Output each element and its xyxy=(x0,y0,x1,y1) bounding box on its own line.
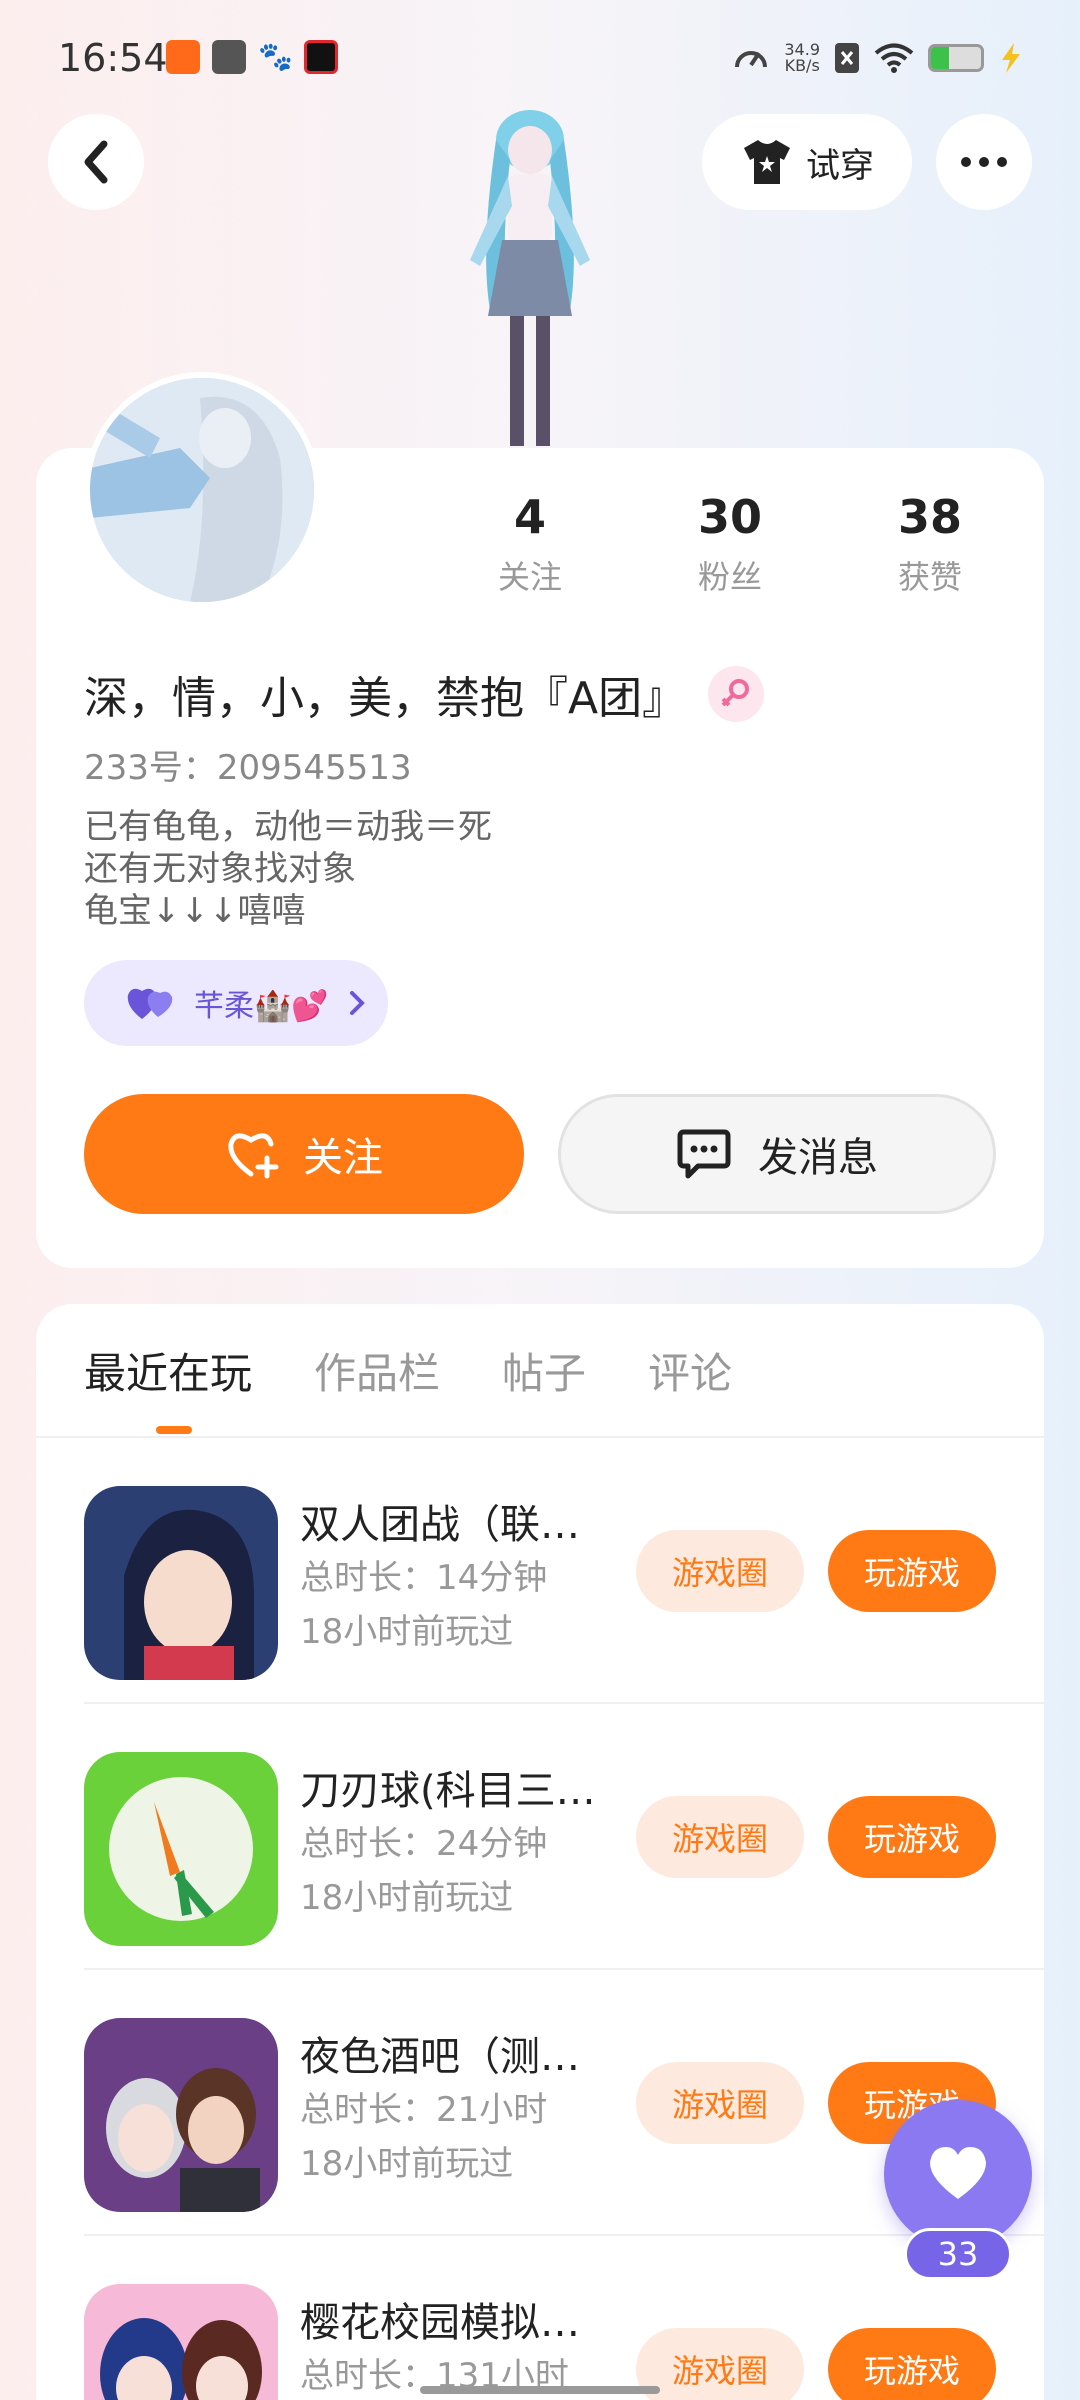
try-on-button[interactable]: 试穿 xyxy=(702,114,912,210)
cp-chip-label: 芊柔🏰💕 xyxy=(194,989,329,1024)
game-circle-button[interactable]: 游戏圈 xyxy=(636,1796,804,1878)
more-options-button[interactable] xyxy=(936,114,1032,210)
chevron-right-icon xyxy=(349,991,365,1015)
stat-label: 粉丝 xyxy=(697,558,762,596)
user-id: 233号：209545513 xyxy=(84,748,412,788)
stat-number: 4 xyxy=(513,490,546,544)
chat-bubble-icon xyxy=(677,1129,731,1179)
more-dot-icon xyxy=(997,157,1007,167)
tab-posts[interactable]: 帖子 xyxy=(502,1340,586,1420)
double-heart-icon xyxy=(127,988,173,1019)
stat-number: 38 xyxy=(897,490,962,544)
tab-comments[interactable]: 评论 xyxy=(648,1340,732,1420)
tab-works[interactable]: 作品栏 xyxy=(314,1340,440,1420)
more-dot-icon xyxy=(979,157,989,167)
profile-tabs: 最近在玩 作品栏 帖子 评论 xyxy=(84,1340,732,1420)
stat-number: 30 xyxy=(697,490,762,544)
game-duration: 总时长：14分钟 xyxy=(300,1558,548,1598)
back-button[interactable] xyxy=(48,114,144,210)
bio: 已有龟龟，动他＝动我＝死 还有无对象找对象 龟宝↓↓↓嘻嘻 xyxy=(84,806,492,932)
game-icon xyxy=(84,1752,278,1946)
game-last-played: 18小时前玩过 xyxy=(300,1612,514,1652)
message-label: 发消息 xyxy=(758,1135,878,1181)
play-game-button[interactable]: 玩游戏 xyxy=(828,1796,996,1878)
game-title: 樱花校园模拟… xyxy=(300,2300,580,2346)
game-cover-image xyxy=(84,2284,278,2400)
mail-notification-icon xyxy=(212,40,246,74)
avatar-image xyxy=(90,378,314,602)
active-tab-indicator xyxy=(156,1426,192,1434)
heart-icon xyxy=(930,2147,986,2199)
battery-fill xyxy=(931,47,949,69)
try-on-label: 试穿 xyxy=(806,145,874,186)
tshirt-icon xyxy=(744,140,790,184)
game-last-played: 18小时前玩过 xyxy=(300,1878,514,1918)
game-circle-button[interactable]: 游戏圈 xyxy=(636,2062,804,2144)
game-icon xyxy=(84,2284,278,2400)
game-duration: 总时长：21小时 xyxy=(300,2090,548,2130)
net-speed: 34.9 KB/s xyxy=(784,42,820,74)
record-notification-icon xyxy=(304,40,338,74)
status-bar: 16:54 🐾 34.9 KB/s xyxy=(0,0,1080,120)
status-time: 16:54 xyxy=(58,36,168,80)
game-title: 双人团战（联… xyxy=(300,1502,580,1548)
no-sim-icon xyxy=(835,43,859,73)
bio-line: 已有龟龟，动他＝动我＝死 xyxy=(84,807,492,847)
list-item[interactable]: 樱花校园模拟… 总时长：131小时 游戏圈 玩游戏 xyxy=(36,2236,1044,2400)
bio-line: 还有无对象找对象 xyxy=(84,849,356,889)
game-circle-button[interactable]: 游戏圈 xyxy=(636,2328,804,2400)
game-duration: 总时长：24分钟 xyxy=(300,1824,548,1864)
play-game-button[interactable]: 玩游戏 xyxy=(828,2328,996,2400)
heart-plus-icon xyxy=(228,1133,279,1179)
follow-button[interactable]: 关注 xyxy=(84,1094,524,1214)
game-title: 刀刃球(科目三… xyxy=(300,1768,596,1814)
stat-label: 关注 xyxy=(497,558,562,596)
speedometer-icon xyxy=(735,51,768,68)
download-notification-icon xyxy=(166,40,200,74)
avatar[interactable] xyxy=(84,372,320,608)
stat-label: 获赞 xyxy=(897,558,962,596)
send-message-button[interactable]: 发消息 xyxy=(558,1094,996,1214)
stats-row: 4 关注 30 粉丝 38 获赞 xyxy=(430,490,1030,598)
net-speed-unit: KB/s xyxy=(784,56,820,75)
paw-notification-icon: 🐾 xyxy=(258,40,293,73)
chevron-left-icon xyxy=(84,140,108,184)
avatar-figure-illustration xyxy=(470,110,590,446)
list-item[interactable]: 刀刃球(科目三… 总时长：24分钟 18小时前玩过 游戏圈 玩游戏 xyxy=(36,1704,1044,1970)
bio-line: 龟宝↓↓↓嘻嘻 xyxy=(84,891,306,931)
more-dot-icon xyxy=(961,157,971,167)
charging-bolt-icon xyxy=(1002,43,1020,73)
home-indicator[interactable] xyxy=(420,2386,660,2394)
wifi-icon xyxy=(874,43,914,73)
cp-relationship-chip[interactable]: 芊柔🏰💕 xyxy=(84,960,388,1046)
like-fab-button[interactable] xyxy=(884,2100,1032,2248)
game-cover-image xyxy=(84,1752,278,1946)
stat-likes[interactable]: 38 获赞 xyxy=(830,490,1030,598)
stat-following[interactable]: 4 关注 xyxy=(430,490,630,598)
follow-label: 关注 xyxy=(303,1135,383,1181)
tab-recently-played[interactable]: 最近在玩 xyxy=(84,1340,252,1420)
status-right-group: 34.9 KB/s xyxy=(732,38,1024,78)
game-cover-image xyxy=(84,2018,278,2212)
game-icon xyxy=(84,2018,278,2212)
female-icon xyxy=(721,679,750,707)
battery-icon xyxy=(928,44,984,72)
game-last-played: 18小时前玩过 xyxy=(300,2144,514,2184)
like-count-badge: 33 xyxy=(904,2228,1012,2280)
nickname: 深，情，小，美，禁抱『A团』 xyxy=(84,673,687,724)
list-item[interactable]: 双人团战（联… 总时长：14分钟 18小时前玩过 游戏圈 玩游戏 xyxy=(36,1438,1044,1704)
game-circle-button[interactable]: 游戏圈 xyxy=(636,1530,804,1612)
nickname-row: 深，情，小，美，禁抱『A团』 xyxy=(84,662,765,726)
stat-followers[interactable]: 30 粉丝 xyxy=(630,490,830,598)
gender-badge xyxy=(708,666,765,722)
game-icon xyxy=(84,1486,278,1680)
game-title: 夜色酒吧（测… xyxy=(300,2034,580,2080)
game-cover-image xyxy=(84,1486,278,1680)
play-game-button[interactable]: 玩游戏 xyxy=(828,1530,996,1612)
